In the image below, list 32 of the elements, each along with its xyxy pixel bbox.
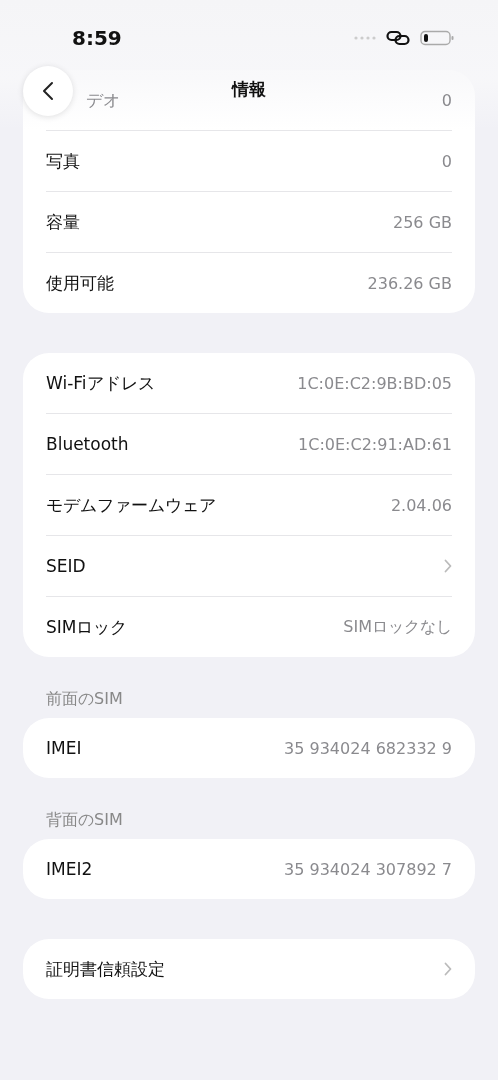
row-value: 0 <box>441 90 452 110</box>
battery-icon <box>420 30 454 46</box>
row-label: 証明書信頼設定 <box>46 957 165 981</box>
row-value: 35 934024 307892 7 <box>284 859 452 879</box>
row-label: デオ <box>86 88 120 112</box>
back-icon <box>42 81 54 101</box>
section-header: 背面のSIM <box>45 810 124 831</box>
row-value: 1C:0E:C2:9B:BD:05 <box>297 373 452 393</box>
chevron-icon <box>444 559 452 573</box>
row-value: SIMロックなし <box>343 616 452 638</box>
nav-title: 情報 <box>230 78 267 101</box>
row-label: IMEI2 <box>46 859 93 879</box>
row-label: モデムファームウェア <box>46 493 216 517</box>
link-icon <box>386 30 410 46</box>
signal-icon <box>354 36 376 40</box>
row-label: IMEI <box>46 738 82 758</box>
row-label: SEID <box>46 556 86 576</box>
row-value: 35 934024 682332 9 <box>284 738 452 758</box>
row-value: 236.26 GB <box>367 273 452 293</box>
row-value: 2.04.06 <box>390 495 452 515</box>
chevron-icon <box>444 962 452 976</box>
section-header: 前面のSIM <box>45 689 124 710</box>
row-label: SIMロック <box>46 615 128 639</box>
row-value: 256 GB <box>393 212 452 232</box>
row-value: 0 <box>441 151 452 171</box>
row-label: Wi-Fiアドレス <box>46 371 155 395</box>
status-time: 8:59 <box>72 26 122 50</box>
row-label: 写真 <box>46 149 80 173</box>
row-label: 容量 <box>46 210 80 234</box>
row-label: 使用可能 <box>46 271 114 295</box>
row-value: 1C:0E:C2:91:AD:61 <box>298 434 452 454</box>
row-label: Bluetooth <box>46 434 129 454</box>
